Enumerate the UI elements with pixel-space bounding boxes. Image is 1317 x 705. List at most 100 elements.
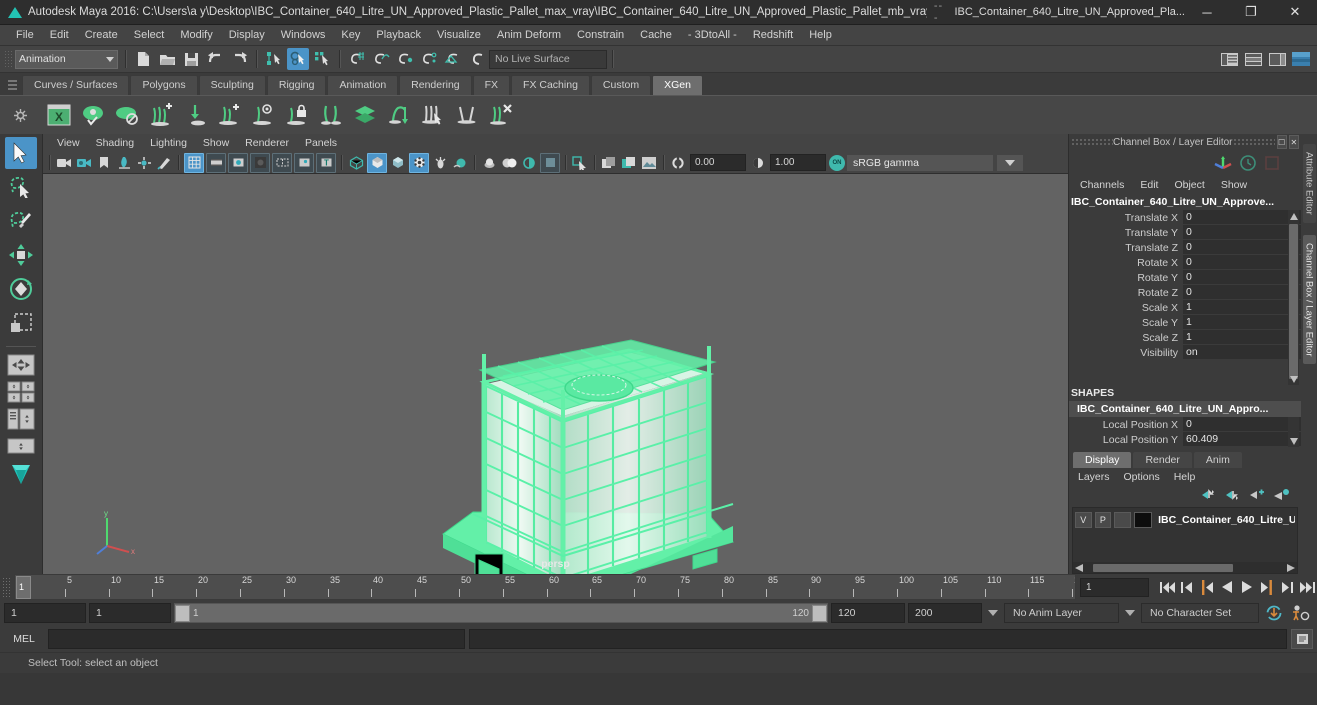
range-start-handle[interactable] xyxy=(175,604,190,622)
shelf-grip[interactable] xyxy=(8,76,17,94)
channel-value-field[interactable]: 0 xyxy=(1183,255,1301,270)
menu-item-modify[interactable]: Modify xyxy=(172,27,220,43)
smooth-shade-selected-icon[interactable] xyxy=(389,154,407,172)
shelf-tab-sculpting[interactable]: Sculpting xyxy=(198,75,266,95)
layer-shading-toggle[interactable] xyxy=(1114,512,1131,528)
shelf-tab-rigging[interactable]: Rigging xyxy=(266,75,327,95)
maya-bonus-icon[interactable] xyxy=(4,461,38,485)
viewport-menu-shading[interactable]: Shading xyxy=(88,137,143,149)
camera-attributes-icon[interactable] xyxy=(75,154,93,172)
layer-menu-help[interactable]: Help xyxy=(1168,471,1202,483)
viewport-menu-panels[interactable]: Panels xyxy=(297,137,345,149)
menu-item-constrain[interactable]: Constrain xyxy=(569,27,632,43)
xgen-preview-off-icon[interactable] xyxy=(112,100,142,130)
scroll-up-icon[interactable] xyxy=(1288,210,1299,222)
channel-value-field[interactable]: 0 xyxy=(1183,285,1301,300)
menu-item-windows[interactable]: Windows xyxy=(273,27,334,43)
snap-to-grid-icon[interactable] xyxy=(346,48,368,70)
channel-value-field[interactable]: 0 xyxy=(1183,225,1301,240)
xgen-lock-icon[interactable] xyxy=(282,100,312,130)
undock-icon[interactable]: ☐ xyxy=(1276,135,1287,149)
tab-attribute-editor[interactable]: Attribute Editor xyxy=(1302,144,1316,223)
lasso-select-tool-button[interactable] xyxy=(5,171,37,203)
use-default-lighting-icon[interactable] xyxy=(480,154,498,172)
gate-mask-icon[interactable] xyxy=(250,152,270,173)
move-layer-up-icon[interactable] xyxy=(1201,488,1218,502)
play-forwards-icon[interactable] xyxy=(1237,577,1257,597)
xgen-layers-icon[interactable] xyxy=(350,100,380,130)
layer-menu-layers[interactable]: Layers xyxy=(1072,471,1116,483)
xgen-part-icon[interactable] xyxy=(316,100,346,130)
range-end-handle[interactable] xyxy=(812,604,827,622)
xgen-editor-icon[interactable]: X xyxy=(44,100,74,130)
layer-menu-options[interactable]: Options xyxy=(1118,471,1166,483)
xgen-add-groom-icon[interactable] xyxy=(214,100,244,130)
statusline-grip[interactable] xyxy=(4,50,12,68)
save-scene-icon[interactable] xyxy=(180,48,202,70)
menu-item-redshift[interactable]: Redshift xyxy=(745,27,801,43)
new-layer-icon[interactable] xyxy=(1249,488,1266,502)
playback-start-field[interactable]: 1 xyxy=(89,603,171,623)
hscrollbar-thumb[interactable] xyxy=(1093,563,1233,572)
step-back-frame-icon[interactable] xyxy=(1197,577,1217,597)
new-layer-from-selected-icon[interactable] xyxy=(1273,488,1290,502)
move-layer-down-icon[interactable] xyxy=(1225,488,1242,502)
bookmark-icon[interactable] xyxy=(95,154,113,172)
channel-box-menu-edit[interactable]: Edit xyxy=(1133,179,1165,191)
move-tool-button[interactable] xyxy=(5,239,37,271)
shape-channel-value-field[interactable]: 0 xyxy=(1183,417,1301,432)
layer-visibility-toggle[interactable]: V xyxy=(1075,512,1092,528)
live-surface-field[interactable]: No Live Surface xyxy=(489,49,607,69)
render-stats-icon[interactable] xyxy=(1263,154,1281,172)
resolution-gate-icon[interactable] xyxy=(228,152,248,173)
shelf-tab-polygons[interactable]: Polygons xyxy=(130,75,198,95)
channel-box-menu-show[interactable]: Show xyxy=(1214,179,1254,191)
scroll-right-icon[interactable] xyxy=(1287,563,1295,572)
shadows-icon[interactable] xyxy=(520,154,538,172)
scroll-down-icon[interactable] xyxy=(1288,373,1299,385)
auto-key-icon[interactable] xyxy=(1262,604,1286,622)
tab-channel-box-layer-editor[interactable]: Channel Box / Layer Editor xyxy=(1302,234,1316,365)
playback-end-field[interactable]: 120 xyxy=(831,603,905,623)
maximize-button[interactable]: ❐ xyxy=(1229,0,1273,24)
shelf-tab-fx-caching[interactable]: FX Caching xyxy=(511,75,590,95)
make-live-icon[interactable] xyxy=(466,48,488,70)
go-to-start-icon[interactable] xyxy=(1157,577,1177,597)
viewport-menu-renderer[interactable]: Renderer xyxy=(237,137,297,149)
menu-item-3dtoall[interactable]: - 3DtoAll - xyxy=(680,27,745,43)
shelf-tab-fx[interactable]: FX xyxy=(472,75,511,95)
layer-list-hscrollbar[interactable] xyxy=(1073,562,1297,573)
color-space-chevron[interactable] xyxy=(996,153,1024,172)
channel-value-field[interactable]: 0 xyxy=(1183,270,1301,285)
scroll-left-icon[interactable] xyxy=(1075,563,1083,572)
command-input[interactable] xyxy=(48,629,465,649)
channel-value-field[interactable]: 0 xyxy=(1183,240,1301,255)
gamma-icon[interactable] xyxy=(749,154,767,172)
channel-box-scrollbar[interactable] xyxy=(1288,210,1299,385)
undo-icon[interactable] xyxy=(204,48,226,70)
close-button[interactable]: ✕ xyxy=(1273,0,1317,24)
close-panel-icon[interactable]: ✕ xyxy=(1288,135,1299,149)
play-backwards-icon[interactable] xyxy=(1217,577,1237,597)
show-attribute-editor-icon[interactable] xyxy=(1218,48,1240,70)
isolate-select-icon[interactable] xyxy=(571,154,589,172)
shelf-tab-curves-surfaces[interactable]: Curves / Surfaces xyxy=(22,75,130,95)
layer-playback-toggle[interactable]: P xyxy=(1094,512,1112,528)
scrollbar-thumb[interactable] xyxy=(1289,224,1298,379)
panel-grip-right[interactable] xyxy=(1232,138,1275,146)
new-scene-icon[interactable] xyxy=(132,48,154,70)
menu-item-create[interactable]: Create xyxy=(77,27,126,43)
textures-icon[interactable] xyxy=(451,154,469,172)
channel-value-field[interactable]: 1 xyxy=(1183,315,1301,330)
clock-icon[interactable] xyxy=(1239,154,1257,172)
shelf-tab-animation[interactable]: Animation xyxy=(327,75,399,95)
render-region-icon[interactable] xyxy=(600,154,618,172)
anim-layer-dropdown[interactable]: No Anim Layer xyxy=(1004,603,1119,623)
viewport-menu-lighting[interactable]: Lighting xyxy=(142,137,195,149)
layer-color-swatch[interactable] xyxy=(1133,512,1153,528)
redo-icon[interactable] xyxy=(228,48,250,70)
xgen-clump-icon[interactable] xyxy=(452,100,482,130)
menu-item-file[interactable]: File xyxy=(8,27,42,43)
xgen-delete-icon[interactable] xyxy=(486,100,516,130)
exposure-icon[interactable] xyxy=(669,154,687,172)
